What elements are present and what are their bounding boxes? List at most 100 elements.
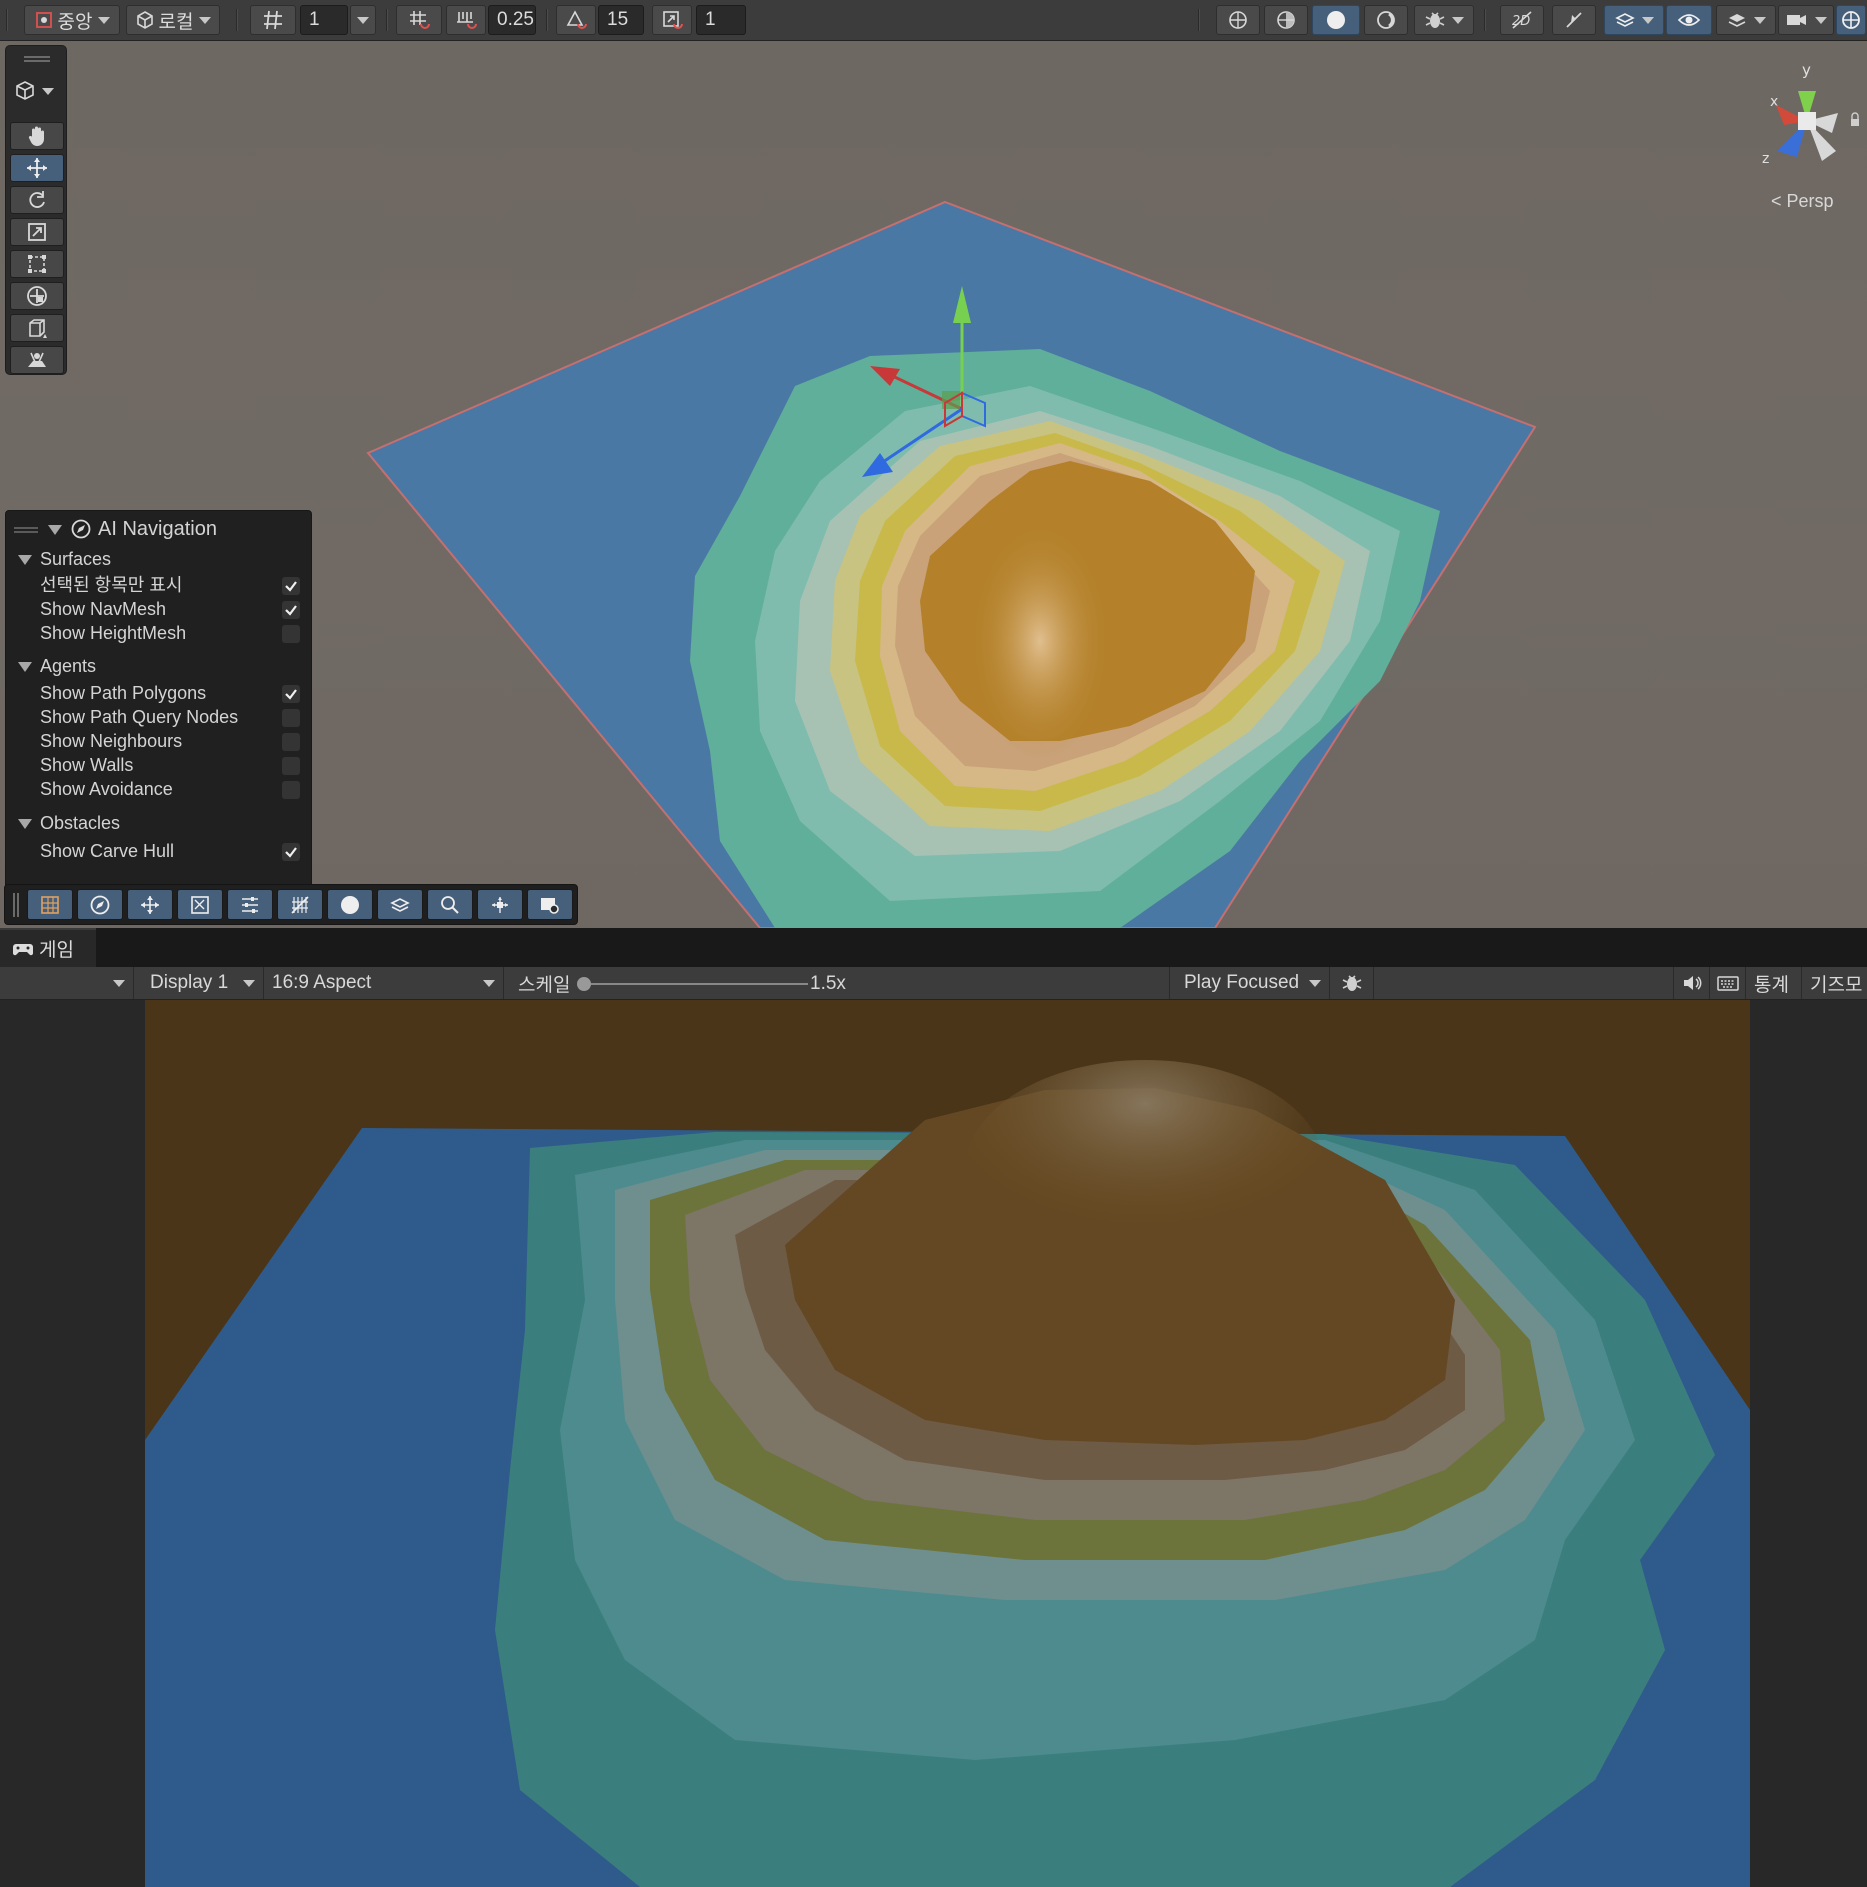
show-heightmesh-row[interactable]: Show HeightMesh [6, 621, 311, 645]
tool-context-dropdown[interactable] [14, 80, 54, 102]
overlay-grip[interactable] [14, 527, 38, 533]
scale-tool-button[interactable] [10, 218, 64, 246]
navmesh-tool-button[interactable] [10, 346, 64, 374]
tab-game[interactable]: 게임 [0, 928, 96, 967]
agents-section-header[interactable]: Agents [6, 654, 311, 678]
obstacles-section-header[interactable]: Obstacles [6, 811, 311, 835]
show-avoidance-row[interactable]: Show Avoidance [6, 777, 311, 801]
show-navmesh-row[interactable]: Show NavMesh [6, 597, 311, 621]
ai-navigation-header[interactable]: AI Navigation [6, 515, 311, 543]
game-render[interactable] [145, 1000, 1750, 1887]
surfaces-selected-only-checkbox[interactable] [282, 577, 300, 595]
view-options-overlay-button[interactable] [227, 889, 273, 920]
toolbar-grip[interactable] [6, 9, 8, 31]
obstacles-label: Obstacles [40, 813, 121, 833]
tool-settings-overlay-button[interactable] [177, 889, 223, 920]
checkmark-icon [285, 689, 297, 700]
increment-snap-button[interactable] [446, 5, 486, 35]
rotation-snap-button[interactable] [556, 5, 596, 35]
show-carve-hull-checkbox[interactable] [282, 843, 300, 861]
rotate-tool-button[interactable] [10, 186, 64, 214]
pivot-mode-dropdown[interactable]: 중앙 [24, 5, 120, 35]
debug-draw-mode-dropdown[interactable] [1414, 5, 1474, 35]
show-path-query-nodes-row[interactable]: Show Path Query Nodes [6, 705, 311, 729]
aspect-label: 16:9 Aspect [272, 972, 372, 993]
chevron-down-icon [98, 16, 111, 24]
shortcuts-button[interactable] [1710, 967, 1746, 999]
grid-and-snap-overlay-button[interactable] [27, 889, 73, 920]
show-avoidance-checkbox[interactable] [282, 781, 300, 799]
grid-size-field[interactable]: 1 [300, 5, 348, 35]
unlit-mode-button[interactable] [1364, 5, 1408, 35]
frame-debugger-button[interactable] [1330, 967, 1374, 999]
move-tool-button[interactable] [10, 154, 64, 182]
show-carve-hull-label: Show Carve Hull [40, 841, 175, 861]
grid-overlay-button[interactable] [277, 889, 323, 920]
perspective-toggle[interactable]: < Persp [1771, 191, 1834, 212]
overlay-grip[interactable] [13, 893, 19, 917]
gizmos-button[interactable]: 기즈모 [1802, 967, 1867, 999]
layers-dropdown[interactable] [1716, 5, 1776, 35]
gizmos-toggle-button[interactable] [1836, 5, 1866, 35]
snap-toggle-button[interactable] [396, 5, 442, 35]
lock-icon[interactable] [1851, 119, 1859, 126]
surfaces-section-header[interactable]: Surfaces [6, 547, 311, 571]
scale-slider-track[interactable] [582, 983, 808, 985]
display-dropdown[interactable]: Display 1 [138, 967, 264, 999]
2d-mode-button[interactable]: 2D [1500, 5, 1544, 35]
rotation-snap-field[interactable]: 15 [598, 5, 644, 35]
aspect-dropdown[interactable]: 16:9 Aspect [264, 967, 504, 999]
camera-settings-dropdown[interactable] [1778, 5, 1834, 35]
scene-visibility-button[interactable] [1666, 5, 1712, 35]
space-mode-dropdown[interactable]: 로컬 [126, 5, 220, 35]
scene-viewport[interactable]: AI Navigation Surfaces 선택된 항목만 표시 Show N… [0, 41, 1867, 928]
snap-increment-value: 0.25 [497, 9, 534, 30]
stats-button[interactable]: 통계 [1746, 967, 1802, 999]
collapse-triangle-icon[interactable] [48, 525, 62, 535]
mute-audio-button[interactable] [1674, 967, 1710, 999]
surfaces-selected-only-label: 선택된 항목만 표시 [40, 575, 183, 595]
show-heightmesh-checkbox[interactable] [282, 625, 300, 643]
game-view-type-dropdown[interactable] [0, 967, 134, 999]
camera-overlay-button[interactable] [527, 889, 573, 920]
show-path-query-nodes-checkbox[interactable] [282, 709, 300, 727]
orientation-overlay-button[interactable] [477, 889, 523, 920]
game-viewport[interactable] [0, 1000, 1867, 1887]
show-path-polygons-row[interactable]: Show Path Polygons [6, 681, 311, 705]
snap-increment-field[interactable]: 0.25 [488, 5, 536, 35]
grid-size-dropdown[interactable] [350, 5, 376, 35]
scale-snap-field[interactable]: 1 [696, 5, 746, 35]
shaded-wireframe-button[interactable] [1264, 5, 1308, 35]
view-tool-button[interactable] [10, 122, 64, 150]
custom-tool-button[interactable] [10, 314, 64, 342]
layers-overlay-button[interactable] [377, 889, 423, 920]
wireframe-shading-button[interactable] [1216, 5, 1260, 35]
orientation-gizmo[interactable]: y x z [1752, 53, 1862, 173]
show-walls-checkbox[interactable] [282, 757, 300, 775]
search-overlay-button[interactable] [427, 889, 473, 920]
chevron-down-icon [1815, 16, 1827, 24]
scale-slider-thumb[interactable] [577, 977, 591, 991]
show-navmesh-checkbox[interactable] [282, 601, 300, 619]
gizmo-center-cube[interactable] [1798, 112, 1816, 130]
surfaces-selected-only-row[interactable]: 선택된 항목만 표시 [6, 573, 311, 597]
play-mode-dropdown[interactable]: Play Focused [1170, 967, 1330, 999]
show-neighbours-row[interactable]: Show Neighbours [6, 729, 311, 753]
rect-tool-button[interactable] [10, 250, 64, 278]
scale-snap-button[interactable] [652, 5, 692, 35]
shading-overlay-button[interactable] [327, 889, 373, 920]
grid-snap-button[interactable] [250, 5, 296, 35]
effects-dropdown[interactable] [1604, 5, 1664, 35]
ai-navigation-overlay-button[interactable] [77, 889, 123, 920]
tools-overlay-button[interactable] [127, 889, 173, 920]
shaded-mode-button[interactable] [1312, 5, 1360, 35]
lighting-toggle-button[interactable] [1552, 5, 1596, 35]
overlay-grip[interactable] [24, 56, 50, 62]
show-walls-row[interactable]: Show Walls [6, 753, 311, 777]
show-neighbours-checkbox[interactable] [282, 733, 300, 751]
show-path-polygons-checkbox[interactable] [282, 685, 300, 703]
hand-icon [28, 126, 44, 146]
transform-tool-button[interactable] [10, 282, 64, 310]
search-icon [441, 895, 459, 914]
show-carve-hull-row[interactable]: Show Carve Hull [6, 839, 311, 863]
